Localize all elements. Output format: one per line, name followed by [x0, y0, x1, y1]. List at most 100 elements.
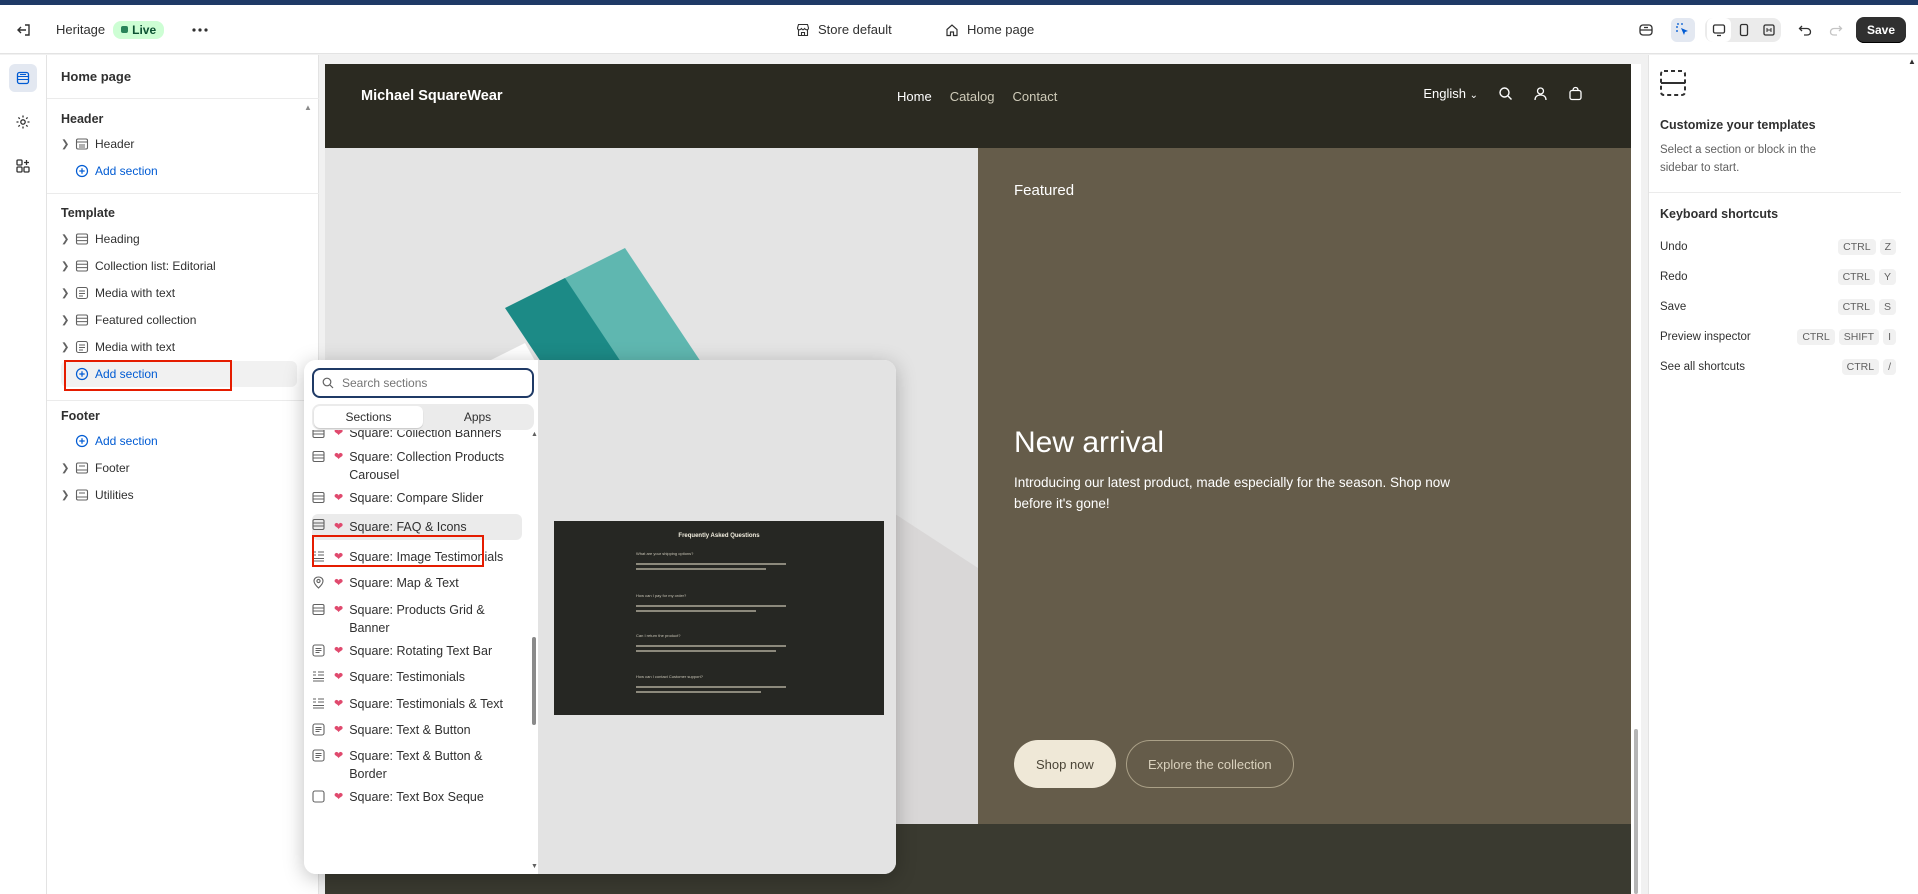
- chevron-right-icon[interactable]: ❯: [61, 463, 75, 474]
- faq-section-preview: Frequently Asked Questions What are your…: [554, 521, 884, 715]
- theme-store-icon[interactable]: [1634, 18, 1658, 42]
- tab-apps[interactable]: Apps: [423, 406, 532, 428]
- chevron-right-icon[interactable]: ❯: [61, 261, 75, 272]
- search-sections-input[interactable]: [342, 376, 512, 390]
- theme-settings-gear-icon[interactable]: [9, 108, 37, 136]
- add-section-footer-button[interactable]: Add section: [61, 430, 297, 452]
- store-icon: [796, 23, 810, 36]
- section-option[interactable]: ❤ Square: Rotating Text Bar: [312, 642, 522, 662]
- sidebar-item-utilities[interactable]: ❯ Utilities: [61, 484, 297, 506]
- search-icon[interactable]: [1498, 86, 1513, 101]
- heart-icon: ❤: [334, 492, 344, 504]
- plus-circle-icon: [75, 434, 95, 448]
- footer-section-icon: [75, 488, 95, 502]
- divider: [47, 193, 319, 194]
- redo-icon[interactable]: [1824, 18, 1848, 42]
- add-section-header-button[interactable]: Add section: [61, 160, 297, 182]
- shortcut-save: Save CTRL S: [1660, 297, 1896, 317]
- more-actions-icon[interactable]: [188, 18, 212, 42]
- hero-label: Featured: [1014, 182, 1075, 199]
- chevron-right-icon[interactable]: ❯: [61, 490, 75, 501]
- scrollbar-thumb[interactable]: [1634, 729, 1638, 894]
- section-icon: [312, 601, 334, 621]
- sections-icon[interactable]: [9, 64, 37, 92]
- preview-question: How can I pay for my order?: [636, 593, 687, 598]
- chevron-right-icon[interactable]: ❯: [61, 342, 75, 353]
- sidebar-item-header[interactable]: ❯ Header: [61, 133, 297, 155]
- sidebar-item-heading[interactable]: ❯ Heading: [61, 228, 297, 250]
- explore-collection-button[interactable]: Explore the collection: [1126, 740, 1294, 788]
- heart-icon: ❤: [334, 521, 344, 533]
- section-tabs: Sections Apps: [312, 404, 534, 430]
- heart-icon: ❤: [334, 724, 344, 736]
- inspector-cursor-icon[interactable]: [1671, 18, 1695, 42]
- section-option[interactable]: ❤ Square: Compare Slider: [312, 489, 522, 509]
- mobile-view-icon[interactable]: [1732, 18, 1756, 42]
- tab-sections[interactable]: Sections: [314, 406, 423, 428]
- scroll-up-arrow-icon[interactable]: ▲: [531, 431, 538, 438]
- section-option[interactable]: ❤ Square: Text Box Seque: [312, 788, 522, 808]
- live-badge: Live: [113, 20, 165, 39]
- undo-icon[interactable]: [1793, 18, 1817, 42]
- page-selector[interactable]: Home page: [945, 5, 1034, 54]
- sidebar-item-collection-list[interactable]: ❯ Collection list: Editorial: [61, 255, 297, 277]
- section-picker: Sections Apps ❤Square: Collection Banner…: [304, 360, 538, 874]
- inspector-panel: Customize your templates Select a sectio…: [1648, 55, 1918, 894]
- store-logo[interactable]: Michael SquareWear: [361, 88, 503, 104]
- language-selector[interactable]: English ⌄: [1423, 86, 1478, 101]
- fullscreen-view-icon[interactable]: [1757, 18, 1781, 42]
- cart-icon[interactable]: [1568, 86, 1583, 101]
- scroll-up-arrow-icon[interactable]: ▲: [304, 103, 312, 112]
- text-section-icon: [312, 642, 334, 662]
- shortcut-see-all[interactable]: See all shortcuts CTRL /: [1660, 357, 1896, 377]
- nav-catalog[interactable]: Catalog: [950, 89, 995, 104]
- nav-contact[interactable]: Contact: [1013, 89, 1058, 104]
- shop-now-button[interactable]: Shop now: [1014, 740, 1116, 788]
- chevron-right-icon[interactable]: ❯: [61, 315, 75, 326]
- section-option[interactable]: ❤ Square: Map & Text: [312, 574, 522, 594]
- sidebar-item-media-with-text[interactable]: ❯ Media with text: [61, 282, 297, 304]
- account-icon[interactable]: [1533, 86, 1548, 101]
- store-selector[interactable]: Store default: [796, 5, 892, 54]
- chevron-right-icon[interactable]: ❯: [61, 288, 75, 299]
- scroll-up-arrow-icon[interactable]: ▲: [1908, 57, 1916, 66]
- section-option[interactable]: ❤ Square: Text & Button & Border: [312, 747, 522, 783]
- testimonials-icon: [312, 668, 334, 688]
- section-option[interactable]: ❤ Square: Testimonials: [312, 668, 522, 688]
- exit-icon[interactable]: [12, 18, 36, 42]
- sidebar-item-footer[interactable]: ❯ Footer: [61, 457, 297, 479]
- theme-name: Heritage: [56, 22, 106, 37]
- shortcut-undo: Undo CTRL Z: [1660, 237, 1896, 257]
- preview-question: What are your shipping options?: [636, 551, 694, 556]
- heart-icon: ❤: [334, 577, 344, 589]
- store-header: Michael SquareWear Home Catalog Contact …: [325, 64, 1631, 148]
- section-option[interactable]: ❤ Square: Products Grid & Banner: [312, 601, 522, 637]
- footer-section-icon: [75, 461, 95, 475]
- heart-icon: ❤: [334, 430, 344, 439]
- app-embeds-icon[interactable]: [9, 152, 37, 180]
- chevron-right-icon[interactable]: ❯: [61, 234, 75, 245]
- section-icon: [75, 313, 95, 327]
- sidebar-item-media-with-text-2[interactable]: ❯ Media with text: [61, 336, 297, 358]
- save-button[interactable]: Save: [1855, 17, 1906, 43]
- section-list-scrollbar[interactable]: ▲ ▼: [530, 430, 538, 874]
- nav-home[interactable]: Home: [897, 89, 932, 104]
- section-option[interactable]: ❤ Square: Collection Banners: [312, 430, 522, 444]
- scrollbar-thumb[interactable]: [532, 637, 536, 725]
- header-group-label: Header: [61, 112, 104, 126]
- preview-scrollbar[interactable]: [1631, 64, 1641, 894]
- text-section-icon: [75, 286, 95, 300]
- chevron-right-icon[interactable]: ❯: [61, 139, 75, 150]
- sidebar-item-featured-collection[interactable]: ❯ Featured collection: [61, 309, 297, 331]
- section-icon: [312, 518, 334, 536]
- search-sections-field[interactable]: [312, 368, 534, 398]
- scroll-down-arrow-icon[interactable]: ▼: [531, 863, 538, 870]
- desktop-view-icon[interactable]: [1707, 18, 1731, 42]
- plus-circle-icon: [75, 164, 95, 178]
- section-option[interactable]: ❤ Square: Testimonials & Text: [312, 695, 522, 715]
- map-pin-icon: [312, 574, 334, 594]
- section-option[interactable]: ❤ Square: Text & Button: [312, 721, 522, 741]
- section-option[interactable]: ❤ Square: Collection Products Carousel: [312, 448, 522, 484]
- heart-icon: ❤: [334, 451, 344, 463]
- text-section-icon: [312, 788, 334, 808]
